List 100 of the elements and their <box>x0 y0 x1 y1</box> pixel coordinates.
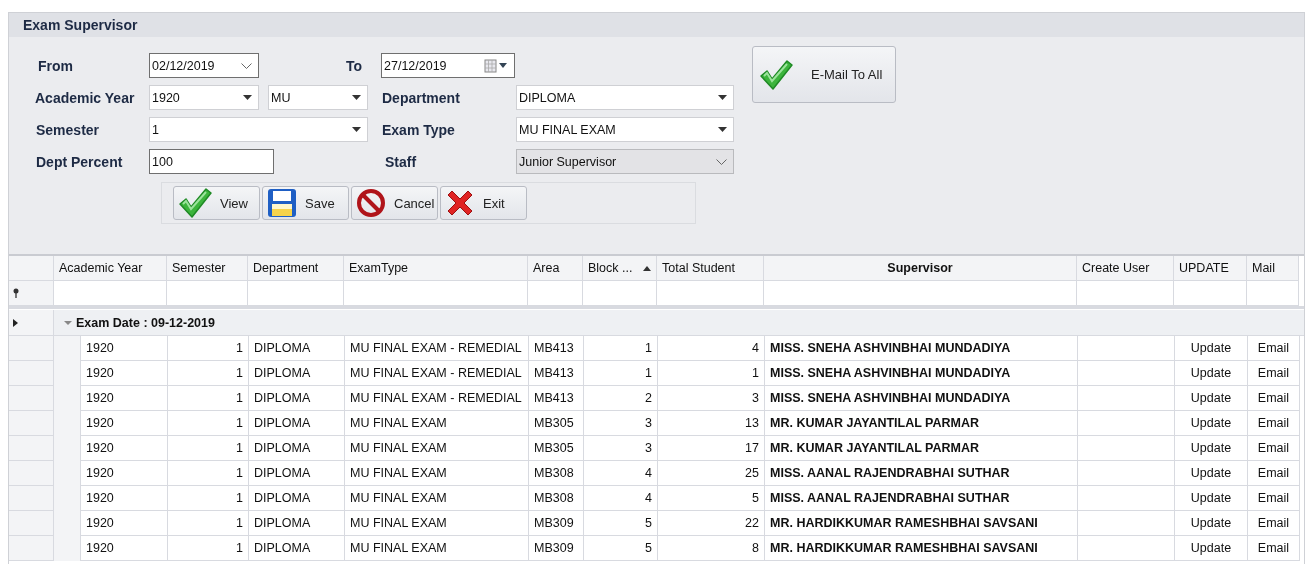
column-header[interactable]: Department <box>248 256 344 281</box>
column-header[interactable]: Supervisor <box>764 256 1077 281</box>
table-cell: 1920 <box>81 461 168 486</box>
action-link[interactable]: Update <box>1175 436 1248 461</box>
field-label: Semester <box>35 121 101 138</box>
dropdown-field[interactable]: MU <box>268 85 368 110</box>
date-field[interactable]: 27/12/2019 <box>381 53 515 78</box>
field-label: From <box>37 57 74 74</box>
action-link[interactable]: Email <box>1248 461 1300 486</box>
action-link[interactable]: Email <box>1248 336 1300 361</box>
column-header[interactable]: Total Student <box>657 256 764 281</box>
column-header[interactable]: ExamType <box>344 256 528 281</box>
table-cell: 13 <box>658 411 765 436</box>
table-cell: MU FINAL EXAM - REMEDIAL <box>345 386 529 411</box>
filter-cell[interactable] <box>344 281 528 306</box>
action-link[interactable]: Update <box>1175 511 1248 536</box>
table-cell: MB305 <box>529 436 584 461</box>
table-cell: MB308 <box>529 486 584 511</box>
table-cell: MU FINAL EXAM <box>345 486 529 511</box>
action-link[interactable]: Update <box>1175 361 1248 386</box>
email-all-button[interactable]: E-Mail To All <box>752 46 896 103</box>
table-cell: 1920 <box>81 411 168 436</box>
filter-cell[interactable] <box>1247 281 1299 306</box>
filter-cell[interactable] <box>583 281 657 306</box>
toolbar-button[interactable]: Save <box>262 186 349 220</box>
action-link[interactable]: Update <box>1175 486 1248 511</box>
column-header[interactable]: Block ... <box>583 256 657 281</box>
column-header[interactable]: Create User <box>1077 256 1174 281</box>
action-link[interactable]: Email <box>1248 436 1300 461</box>
chevron-down-icon <box>241 62 252 69</box>
checkmark-icon <box>178 187 212 219</box>
table-cell: 22 <box>658 511 765 536</box>
field-label: Dept Percent <box>35 153 124 170</box>
table-cell: 1920 <box>81 536 168 561</box>
filter-cell[interactable] <box>54 281 167 306</box>
table-cell: 1920 <box>81 386 168 411</box>
table-cell: 1920 <box>81 511 168 536</box>
filter-pin-icon <box>13 288 19 298</box>
table-cell: MISS. SNEHA ASHVINBHAI MUNDADIYA <box>765 386 1078 411</box>
dropdown-field[interactable]: 1 <box>149 117 368 142</box>
dropdown-field[interactable]: Junior Supervisor <box>516 149 734 174</box>
action-link[interactable]: Email <box>1248 411 1300 436</box>
table-cell: MR. HARDIKKUMAR RAMESHBHAI SAVSANI <box>765 536 1078 561</box>
table-cell: DIPLOMA <box>249 536 345 561</box>
table-cell: 1 <box>168 461 249 486</box>
action-link[interactable]: Update <box>1175 536 1248 561</box>
table-cell: 3 <box>658 386 765 411</box>
dropdown-field[interactable]: DIPLOMA <box>516 85 734 110</box>
cross-icon <box>445 188 475 218</box>
table-cell: MU FINAL EXAM - REMEDIAL <box>345 336 529 361</box>
table-cell: MR. KUMAR JAYANTILAL PARMAR <box>765 411 1078 436</box>
dropdown-field[interactable]: 1920 <box>149 85 259 110</box>
dropdown-field[interactable]: MU FINAL EXAM <box>516 117 734 142</box>
field-label: Academic Year <box>34 89 136 106</box>
column-header[interactable]: Area <box>528 256 583 281</box>
filter-cell[interactable] <box>248 281 344 306</box>
table-cell: MB413 <box>529 386 584 411</box>
no-entry-icon <box>356 188 386 218</box>
chevron-down-icon <box>716 158 727 165</box>
table-cell: 4 <box>584 461 658 486</box>
action-link[interactable]: Update <box>1175 386 1248 411</box>
action-link[interactable]: Email <box>1248 361 1300 386</box>
filter-cell[interactable] <box>657 281 764 306</box>
column-header[interactable]: UPDATE <box>1174 256 1247 281</box>
filter-cell[interactable] <box>1174 281 1247 306</box>
input-field[interactable]: 100 <box>149 149 274 174</box>
date-field[interactable]: 02/12/2019 <box>149 53 259 78</box>
filter-cell[interactable] <box>764 281 1077 306</box>
table-cell: MB309 <box>529 511 584 536</box>
action-link[interactable]: Update <box>1175 336 1248 361</box>
action-link[interactable]: Update <box>1175 411 1248 436</box>
action-link[interactable]: Email <box>1248 511 1300 536</box>
toolbar-button[interactable]: View <box>173 186 260 220</box>
table-cell: MB308 <box>529 461 584 486</box>
table-cell: 4 <box>658 336 765 361</box>
table-cell: 1 <box>658 361 765 386</box>
table-cell: MU FINAL EXAM <box>345 436 529 461</box>
field-label: Exam Type <box>382 121 456 138</box>
toolbar-button[interactable]: Exit <box>440 186 527 220</box>
table-cell: MU FINAL EXAM <box>345 511 529 536</box>
action-link[interactable]: Update <box>1175 461 1248 486</box>
table-cell: DIPLOMA <box>249 436 345 461</box>
table-cell: 5 <box>658 486 765 511</box>
checkmark-icon <box>759 58 793 91</box>
column-header[interactable]: Semester <box>167 256 248 281</box>
dropdown-arrow-icon <box>243 95 252 100</box>
collapse-arrow-icon[interactable] <box>64 319 72 326</box>
column-header[interactable]: Academic Year <box>54 256 167 281</box>
filter-cell[interactable] <box>528 281 583 306</box>
table-cell: DIPLOMA <box>249 511 345 536</box>
filter-cell[interactable] <box>1077 281 1174 306</box>
action-link[interactable]: Email <box>1248 386 1300 411</box>
column-header[interactable]: Mail <box>1247 256 1299 281</box>
action-link[interactable]: Email <box>1248 486 1300 511</box>
table-cell: MB413 <box>529 336 584 361</box>
action-link[interactable]: Email <box>1248 536 1300 561</box>
toolbar-button[interactable]: Cancel <box>351 186 438 220</box>
filter-cell[interactable] <box>167 281 248 306</box>
table-cell: 1 <box>584 361 658 386</box>
table-cell: 1 <box>168 486 249 511</box>
